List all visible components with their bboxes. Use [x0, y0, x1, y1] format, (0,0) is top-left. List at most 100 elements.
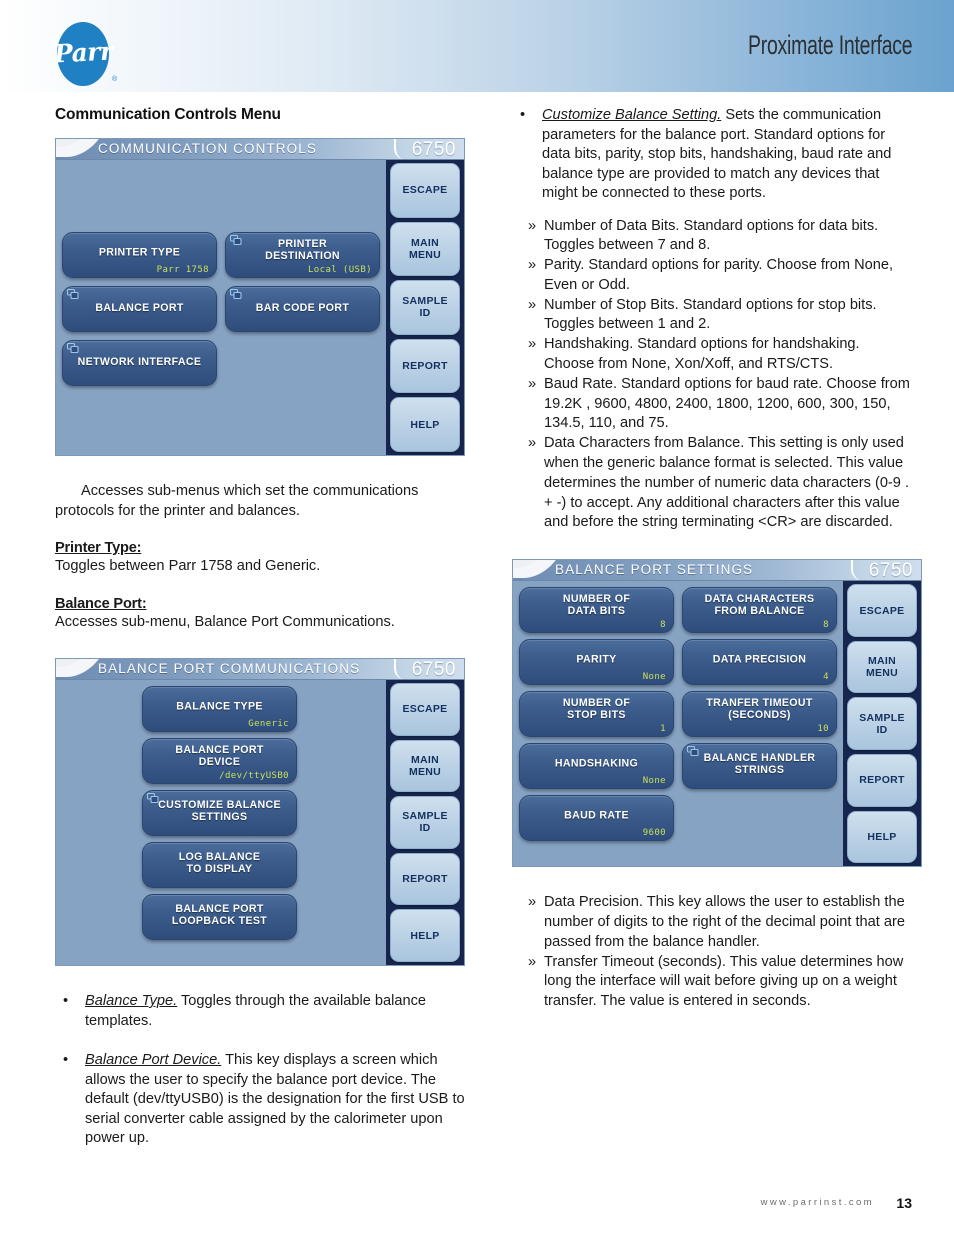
side-button-label: SAMPLE ID: [402, 810, 448, 835]
side-button-label: ESCAPE: [402, 703, 448, 716]
screen-button-value: /dev/ttyUSB0: [219, 771, 289, 781]
screen-button-label: DATA CHARACTERS FROM BALANCE: [704, 593, 815, 618]
screen-button-label: BALANCE PORT DEVICE: [175, 743, 264, 769]
screen-button-label: CUSTOMIZE BALANCE SETTINGS: [158, 798, 281, 824]
model-badge: 6750: [850, 560, 921, 581]
screen-titlebar: BALANCE PORT SETTINGS 6750: [513, 560, 921, 582]
screen-button-balance-port[interactable]: BALANCE PORT: [62, 286, 217, 332]
sub-bullet-text: Handshaking. Standard options for handsh…: [544, 336, 860, 373]
screen-button-label: TRANFER TIMEOUT (SECONDS): [706, 697, 813, 722]
screen-title: BALANCE PORT COMMUNICATIONS: [98, 661, 361, 676]
screen-button-value: 1: [660, 724, 666, 735]
side-button-escape[interactable]: ESCAPE: [390, 683, 460, 736]
screen-button-label: DATA PRECISION: [712, 653, 807, 666]
titlebar-swoosh-light: [56, 659, 104, 677]
screen-button-balance-type[interactable]: BALANCE TYPE Generic: [142, 686, 297, 732]
side-button-escape[interactable]: ESCAPE: [847, 584, 917, 637]
sub-bullet-marker: »: [528, 336, 537, 353]
side-button-main-menu[interactable]: MAIN MENU: [390, 739, 460, 793]
bullet-text: Customize Balance Setting. Sets the comm…: [542, 107, 892, 201]
sub-bullet-marker: »: [528, 217, 537, 234]
screen-button-bar-code-port[interactable]: BAR CODE PORT: [225, 286, 380, 332]
titlebar-swoosh-light: [513, 560, 561, 579]
sub-bullet-marker: »: [528, 894, 537, 911]
bullet-text: Balance Type. Toggles through the availa…: [85, 993, 427, 1029]
sub-bullet-marker: »: [528, 296, 537, 313]
device-screenshot-balance-port-communications: BALANCE PORT COMMUNICATIONS 6750 BALANCE T…: [55, 658, 465, 966]
side-button-help[interactable]: HELP: [847, 810, 917, 864]
side-button-label: MAIN MENU: [408, 753, 442, 778]
screen-button-label: NUMBER OF STOP BITS: [562, 697, 631, 722]
screen-button-label: BALANCE PORT: [95, 301, 184, 314]
side-button-main-menu[interactable]: MAIN MENU: [390, 221, 460, 277]
screen-button-label: PARITY: [576, 653, 617, 666]
side-button-report[interactable]: REPORT: [390, 338, 460, 394]
sub-menu-link-icon: [67, 289, 80, 300]
side-button-label: SAMPLE ID: [859, 711, 905, 736]
side-button-sample-id[interactable]: SAMPLE ID: [847, 697, 917, 751]
device-screenshot-balance-port-settings: BALANCE PORT SETTINGS 6750 NUMBER OF DATA B…: [512, 559, 922, 868]
screen-button-value: 4: [823, 672, 829, 683]
screen-body: BALANCE TYPE Generic BALANCE PORT DEVICE/de…: [56, 680, 464, 965]
screen-button-printer-destination[interactable]: PRINTER DESTINATION Local (USB): [225, 232, 380, 278]
screen-button-balance-handler-strings[interactable]: BALANCE HANDLER STRINGS: [682, 743, 837, 790]
screen-button-number-of-data-bits[interactable]: NUMBER OF DATA BITS 8: [519, 587, 674, 634]
screen-button-baud-rate[interactable]: BAUD RATE 9600: [519, 795, 674, 842]
printer-type-heading: Printer Type:: [55, 540, 142, 556]
left-bullet-list: • Balance Type. Toggles through the avail…: [55, 992, 465, 1149]
device-screen: COMMUNICATION CONTROLS 6750 PRINTER TYPE Pa…: [55, 138, 465, 456]
screen-button-tranfer-timeout-seconds[interactable]: TRANFER TIMEOUT (SECONDS) 10: [682, 691, 837, 738]
side-button-label: HELP: [410, 418, 440, 431]
side-button-sample-id[interactable]: SAMPLE ID: [390, 796, 460, 849]
screen-button-label: BALANCE PORT LOOPBACK TEST: [171, 902, 268, 928]
screen-button-network-interface[interactable]: NETWORK INTERFACE: [62, 340, 217, 386]
device-screen: BALANCE PORT COMMUNICATIONS 6750 BALANCE T…: [55, 658, 465, 966]
screen-button-printer-type[interactable]: PRINTER TYPE Parr 1758: [62, 232, 217, 278]
screen-body: NUMBER OF DATA BITS 8 DATA CHARACTERS FROM B…: [513, 581, 921, 867]
side-button-label: REPORT: [402, 873, 448, 886]
screen-button-value: Generic: [248, 719, 289, 729]
screen-button-data-precision[interactable]: DATA PRECISION 4: [682, 639, 837, 686]
screen-side-toolbar: ESCAPE MAIN MENU SAMPLE ID REPORT HELP: [386, 680, 464, 965]
screen-side-toolbar: ESCAPE MAIN MENU SAMPLE ID REPORT HELP: [843, 581, 921, 867]
side-button-label: ESCAPE: [402, 184, 448, 197]
page-title: Proximate Interface: [747, 30, 913, 60]
screen-button-value: 9600: [642, 828, 666, 839]
side-button-sample-id[interactable]: SAMPLE ID: [390, 280, 460, 335]
bullet-item: • Balance Type. Toggles through the avail…: [55, 992, 465, 1031]
logo-wordmark: Parr: [52, 35, 113, 69]
screen-button-number-of-stop-bits[interactable]: NUMBER OF STOP BITS 1: [519, 691, 674, 738]
side-button-report[interactable]: REPORT: [390, 852, 460, 906]
side-button-escape[interactable]: ESCAPE: [390, 163, 460, 218]
side-button-main-menu[interactable]: MAIN MENU: [847, 640, 917, 694]
screen-button-data-characters-from-balance[interactable]: DATA CHARACTERS FROM BALANCE 8: [682, 587, 837, 634]
screen-button-customize-balance-settings[interactable]: CUSTOMIZE BALANCE SETTINGS: [142, 790, 297, 836]
footer-url: www.parrinst.com: [760, 1197, 874, 1208]
screen-button-value: None: [642, 672, 666, 683]
balance-port-heading: Balance Port:: [55, 595, 147, 612]
screen-button-label: BALANCE TYPE: [176, 700, 263, 713]
side-button-help[interactable]: HELP: [390, 397, 460, 452]
screen-titlebar: COMMUNICATION CONTROLS 6750: [56, 139, 464, 160]
screen-button-balance-port-device[interactable]: BALANCE PORT DEVICE/dev/ttyUSB0: [142, 738, 297, 784]
screen-button-handshaking[interactable]: HANDSHAKING None: [519, 743, 674, 790]
model-curve-icon: [850, 560, 865, 581]
right-bullet-list: • Customize Balance Setting. Sets the com…: [512, 106, 910, 204]
sub-bullet-item: » Data Precision. This key allows the use…: [512, 893, 910, 952]
side-button-label: REPORT: [859, 774, 905, 787]
screen-button-parity[interactable]: PARITY None: [519, 639, 674, 686]
side-button-label: HELP: [410, 929, 440, 942]
screen-button-label: NUMBER OF DATA BITS: [562, 593, 631, 618]
side-button-report[interactable]: REPORT: [847, 754, 917, 807]
side-button-label: REPORT: [402, 360, 448, 373]
sub-bullet-marker: »: [528, 257, 537, 274]
model-badge: 6750: [393, 659, 464, 679]
side-button-help[interactable]: HELP: [390, 909, 460, 962]
bullet-lead-term: Customize Balance Setting.: [542, 107, 722, 123]
screen-button-balance-port-loopback-test[interactable]: BALANCE PORT LOOPBACK TEST: [142, 894, 297, 940]
screen-button-value: Local (USB): [307, 265, 372, 275]
right-sub-list-bottom: » Data Precision. This key allows the use…: [512, 893, 910, 1012]
screen-button-label: HANDSHAKING: [554, 757, 639, 770]
screen-body: PRINTER TYPE Parr 1758 PRINTER DESTINATION L…: [56, 160, 464, 455]
screen-button-log-balance-to-display[interactable]: LOG BALANCE TO DISPLAY: [142, 842, 297, 888]
